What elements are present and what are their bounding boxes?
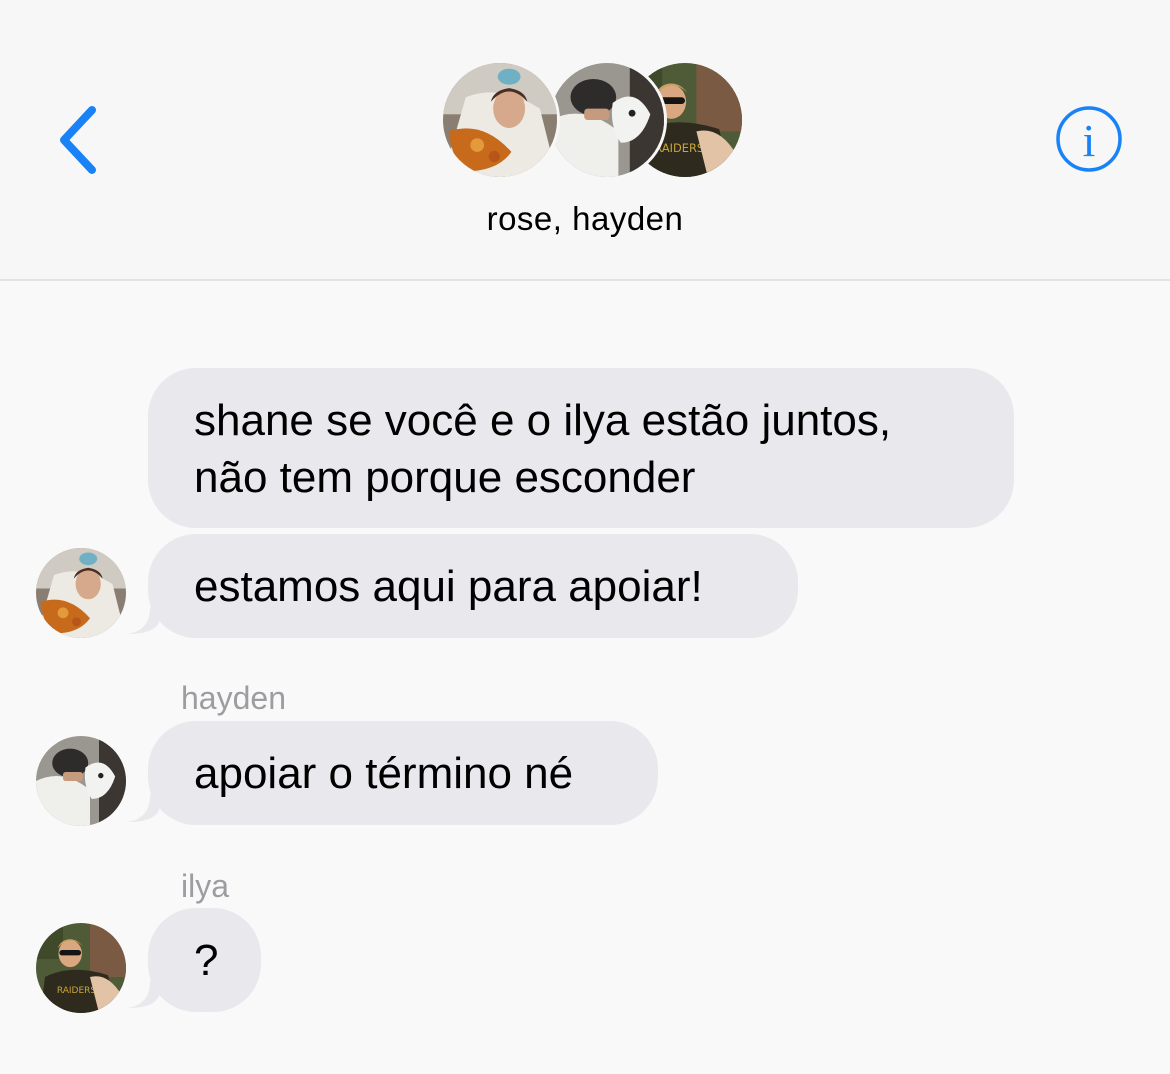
message-text: ? bbox=[194, 936, 219, 985]
info-circle-icon: i bbox=[1056, 106, 1122, 172]
avatar-ilya[interactable] bbox=[36, 923, 126, 1013]
avatar-rose bbox=[440, 60, 560, 180]
svg-text:i: i bbox=[1083, 115, 1096, 166]
conversation-header: rose, hayden i bbox=[0, 0, 1170, 281]
avatar-hayden[interactable] bbox=[36, 736, 126, 826]
sender-name: ilya bbox=[181, 868, 230, 904]
back-button[interactable] bbox=[52, 100, 112, 180]
message-bubble[interactable]: apoiar o término né bbox=[148, 721, 658, 825]
message-text: estamos aqui para apoiar! bbox=[194, 562, 703, 611]
group-avatars[interactable] bbox=[440, 60, 745, 182]
sender-name: hayden bbox=[181, 680, 286, 716]
chevron-left-icon bbox=[60, 106, 96, 174]
info-button[interactable]: i bbox=[1054, 104, 1124, 174]
conversation-title[interactable]: rose, hayden bbox=[0, 200, 1170, 238]
message-text: apoiar o término né bbox=[194, 749, 574, 798]
message-bubble[interactable]: estamos aqui para apoiar! bbox=[148, 534, 798, 638]
message-bubble[interactable]: ? bbox=[148, 908, 261, 1012]
message-bubble[interactable]: shane se você e o ilya estão juntos, não… bbox=[148, 368, 1014, 528]
avatar-hayden bbox=[547, 60, 667, 180]
message-text: shane se você e o ilya estão juntos, bbox=[194, 396, 892, 445]
avatar-rose[interactable] bbox=[36, 548, 126, 638]
message-text: não tem porque esconder bbox=[194, 453, 696, 502]
